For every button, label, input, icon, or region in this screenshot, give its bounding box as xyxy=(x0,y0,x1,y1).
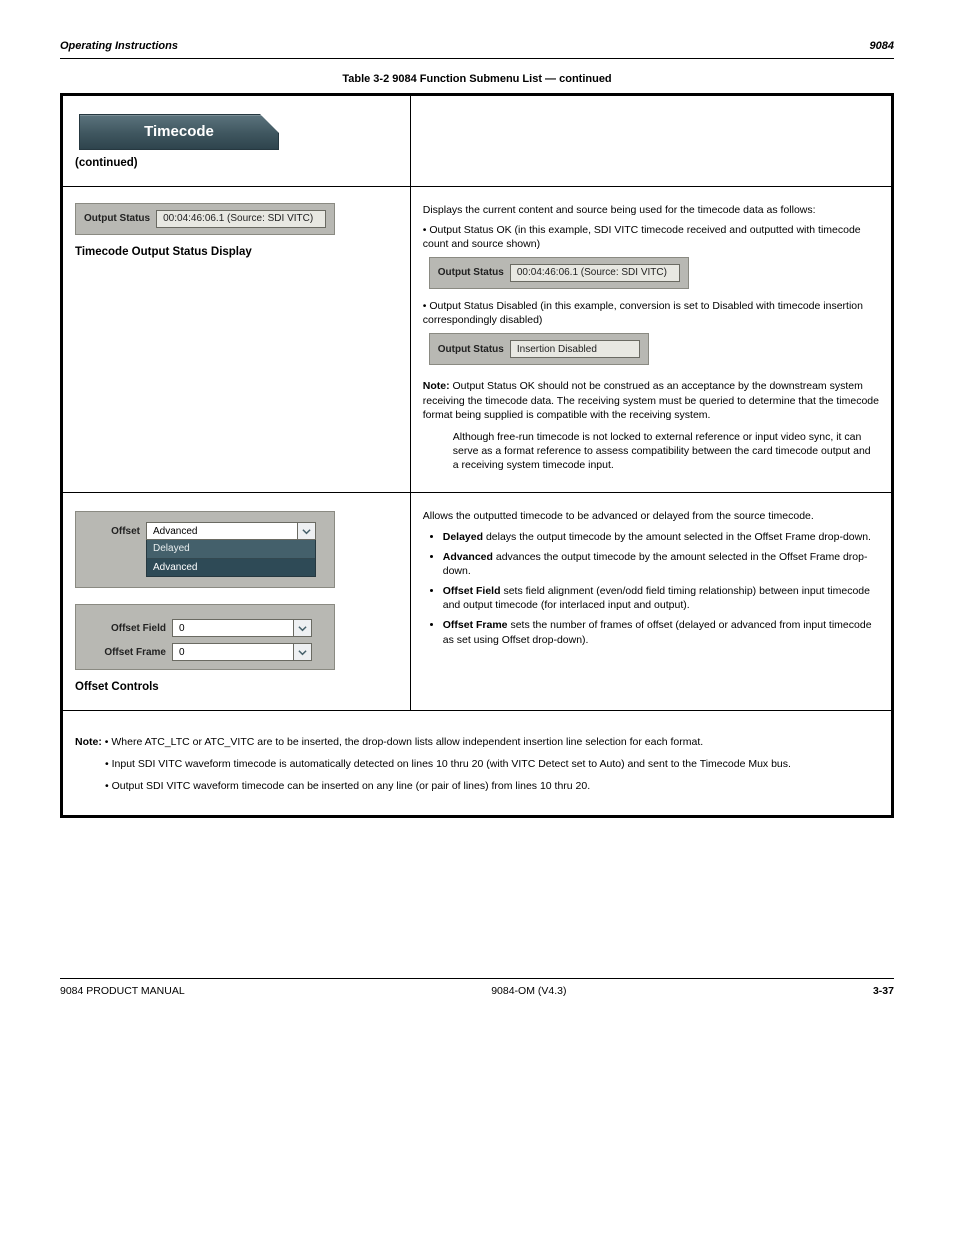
output-status-panel: Output Status 00:04:46:06.1 (Source: SDI… xyxy=(75,203,335,235)
offset-controls-title: Offset Controls xyxy=(75,680,398,696)
empty-cell xyxy=(411,96,891,186)
offset-frame-spinner[interactable]: 0 xyxy=(172,643,312,661)
table-row: Output Status 00:04:46:06.1 (Source: SDI… xyxy=(63,187,891,494)
tab-title: Timecode xyxy=(144,122,214,142)
tab-cell: Timecode (continued) xyxy=(63,96,411,186)
output-status-label: Output Status xyxy=(438,266,504,280)
table-caption: Table 3-2 9084 Function Submenu List — c… xyxy=(60,73,894,85)
footer-left: 9084 PRODUCT MANUAL xyxy=(60,985,185,997)
offset-field-label: Offset Field xyxy=(86,622,172,636)
opt-delayed-title: Delayed xyxy=(443,531,483,543)
offset-right: Allows the outputted timecode to be adva… xyxy=(411,499,891,710)
chevron-down-icon[interactable] xyxy=(294,619,312,637)
offset-field-spinner[interactable]: 0 xyxy=(172,619,312,637)
intro-text: Displays the current content and source … xyxy=(423,203,879,217)
offset-option-delayed[interactable]: Delayed xyxy=(147,540,315,559)
list-item: Advanced advances the output timecode by… xyxy=(443,550,879,578)
opt-offset-field-title: Offset Field xyxy=(443,585,501,597)
list-item: Offset Field sets field alignment (even/… xyxy=(443,584,879,612)
opt-delayed-body: delays the output timecode by the amount… xyxy=(486,531,871,543)
header-left: Operating Instructions xyxy=(60,40,178,52)
note-1: Where ATC_LTC or ATC_VITC are to be inse… xyxy=(111,736,703,748)
offset-frame-value[interactable]: 0 xyxy=(172,643,294,661)
example1-desc: • Output Status OK (in this example, SDI… xyxy=(423,223,879,251)
output-status-panel-disabled: Output Status Insertion Disabled xyxy=(429,333,649,365)
note-label: Note: xyxy=(423,380,450,392)
note-2: Input SDI VITC waveform timecode is auto… xyxy=(112,758,791,770)
note-label: Note: xyxy=(75,736,102,748)
offset-option-advanced[interactable]: Advanced xyxy=(147,559,315,577)
output-status-label: Output Status xyxy=(438,343,504,357)
tab-subtitle: (continued) xyxy=(75,156,398,172)
offset-intro: Allows the outputted timecode to be adva… xyxy=(423,509,879,523)
example2-desc: • Output Status Disabled (in this exampl… xyxy=(423,299,879,327)
note-body-2: Although free-run timecode is not locked… xyxy=(453,430,879,473)
footer-center: 9084-OM (V4.3) xyxy=(491,985,566,997)
chevron-down-icon[interactable] xyxy=(298,522,316,540)
note-3: Output SDI VITC waveform timecode can be… xyxy=(112,780,591,792)
main-table: Timecode (continued) Output Status 00:04… xyxy=(60,93,894,818)
table-row: Timecode (continued) xyxy=(63,96,891,187)
opt-advanced-title: Advanced xyxy=(443,551,493,563)
note-body: Output Status OK should not be construed… xyxy=(423,380,879,420)
output-status-value: Insertion Disabled xyxy=(510,340,640,358)
offset-field-value[interactable]: 0 xyxy=(172,619,294,637)
output-status-desc: Displays the current content and source … xyxy=(411,193,891,493)
offset-left: Offset Advanced Delayed Advanced xyxy=(63,493,411,710)
output-status-left: Output Status 00:04:46:06.1 (Source: SDI… xyxy=(63,187,411,493)
output-status-title: Timecode Output Status Display xyxy=(75,245,398,261)
offset-frame-row: Offset Frame 0 xyxy=(86,643,324,661)
timecode-tab-badge: Timecode xyxy=(79,114,279,150)
output-status-value: 00:04:46:06.1 (Source: SDI VITC) xyxy=(156,210,326,228)
offset-field-row: Offset Field 0 xyxy=(86,619,324,637)
opt-offset-field-body: sets field alignment (even/odd field tim… xyxy=(443,585,870,611)
header-right: 9084 xyxy=(870,40,894,52)
output-status-value: 00:04:46:06.1 (Source: SDI VITC) xyxy=(510,264,680,282)
opt-offset-frame-title: Offset Frame xyxy=(443,619,508,631)
header-rule xyxy=(60,58,894,59)
output-status-label: Output Status xyxy=(84,212,150,226)
offset-panel: Offset Advanced Delayed Advanced xyxy=(75,511,335,588)
page-number: 3-37 xyxy=(873,985,894,997)
offset-dropdown[interactable]: Advanced Delayed Advanced xyxy=(146,522,316,577)
table-row: Offset Advanced Delayed Advanced xyxy=(63,493,891,711)
chevron-down-icon[interactable] xyxy=(294,643,312,661)
offset-row: Offset Advanced Delayed Advanced xyxy=(86,522,324,577)
page-footer: 9084 PRODUCT MANUAL 9084-OM (V4.3) 3-37 xyxy=(60,979,894,997)
offset-label: Offset xyxy=(86,522,146,539)
offset-selected: Advanced xyxy=(146,522,298,540)
list-item: Delayed delays the output timecode by th… xyxy=(443,530,879,544)
list-item: Offset Frame sets the number of frames o… xyxy=(443,618,879,646)
table-row: Note: • Where ATC_LTC or ATC_VITC are to… xyxy=(63,711,891,816)
opt-advanced-body: advances the output timecode by the amou… xyxy=(443,551,868,577)
offset-frame-label: Offset Frame xyxy=(86,646,172,660)
opt-offset-frame-body: sets the number of frames of offset (del… xyxy=(443,619,872,645)
notes-cell: Note: • Where ATC_LTC or ATC_VITC are to… xyxy=(63,725,891,816)
offset-options-list[interactable]: Delayed Advanced xyxy=(146,540,316,577)
output-status-panel-ok: Output Status 00:04:46:06.1 (Source: SDI… xyxy=(429,257,689,289)
offset-value-panel: Offset Field 0 Offset Frame 0 xyxy=(75,604,335,670)
